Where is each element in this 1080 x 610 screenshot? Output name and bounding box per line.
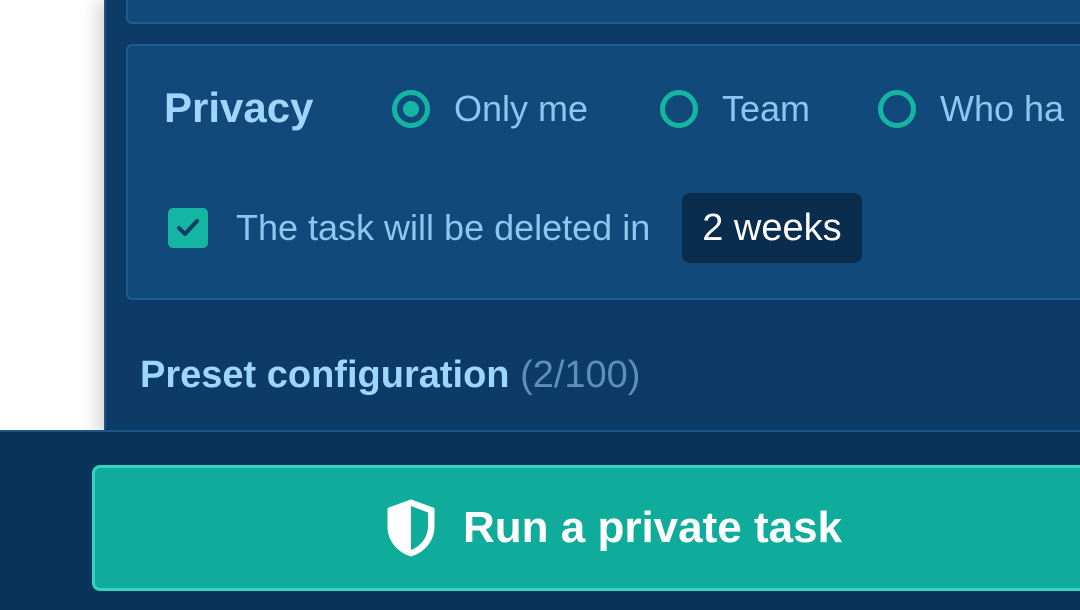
radio-label-who-ha: Who ha <box>940 88 1065 129</box>
run-button-label: Run a private task <box>463 503 843 552</box>
radio-who-ha[interactable]: Who ha <box>878 86 1064 132</box>
preset-count: (2/100) <box>520 354 641 396</box>
privacy-label: Privacy <box>164 84 314 131</box>
shield-icon <box>387 499 435 557</box>
privacy-settings-screen: Privacy Only me Team Who ha The task wil… <box>0 0 1080 610</box>
deletion-row: The task will be deleted in 2 weeks <box>168 192 862 264</box>
run-private-task-button[interactable]: Run a private task <box>92 465 1080 591</box>
checkmark-icon <box>177 219 199 236</box>
preset-label: Preset configuration <box>140 354 510 396</box>
radio-team[interactable]: Team <box>660 86 810 132</box>
radio-unchecked-icon <box>660 90 698 128</box>
preset-configuration-heading: Preset configuration (2/100) <box>140 354 640 397</box>
radio-unchecked-icon <box>878 90 916 128</box>
radio-label-team: Team <box>722 88 811 129</box>
deletion-checkbox[interactable] <box>168 208 208 248</box>
deletion-text: The task will be deleted in <box>236 207 651 248</box>
top-settings-card <box>126 0 1080 24</box>
radio-checked-icon <box>392 90 430 128</box>
duration-selector[interactable]: 2 weeks <box>682 193 862 263</box>
radio-label-only-me: Only me <box>454 88 589 129</box>
radio-only-me[interactable]: Only me <box>392 86 588 132</box>
